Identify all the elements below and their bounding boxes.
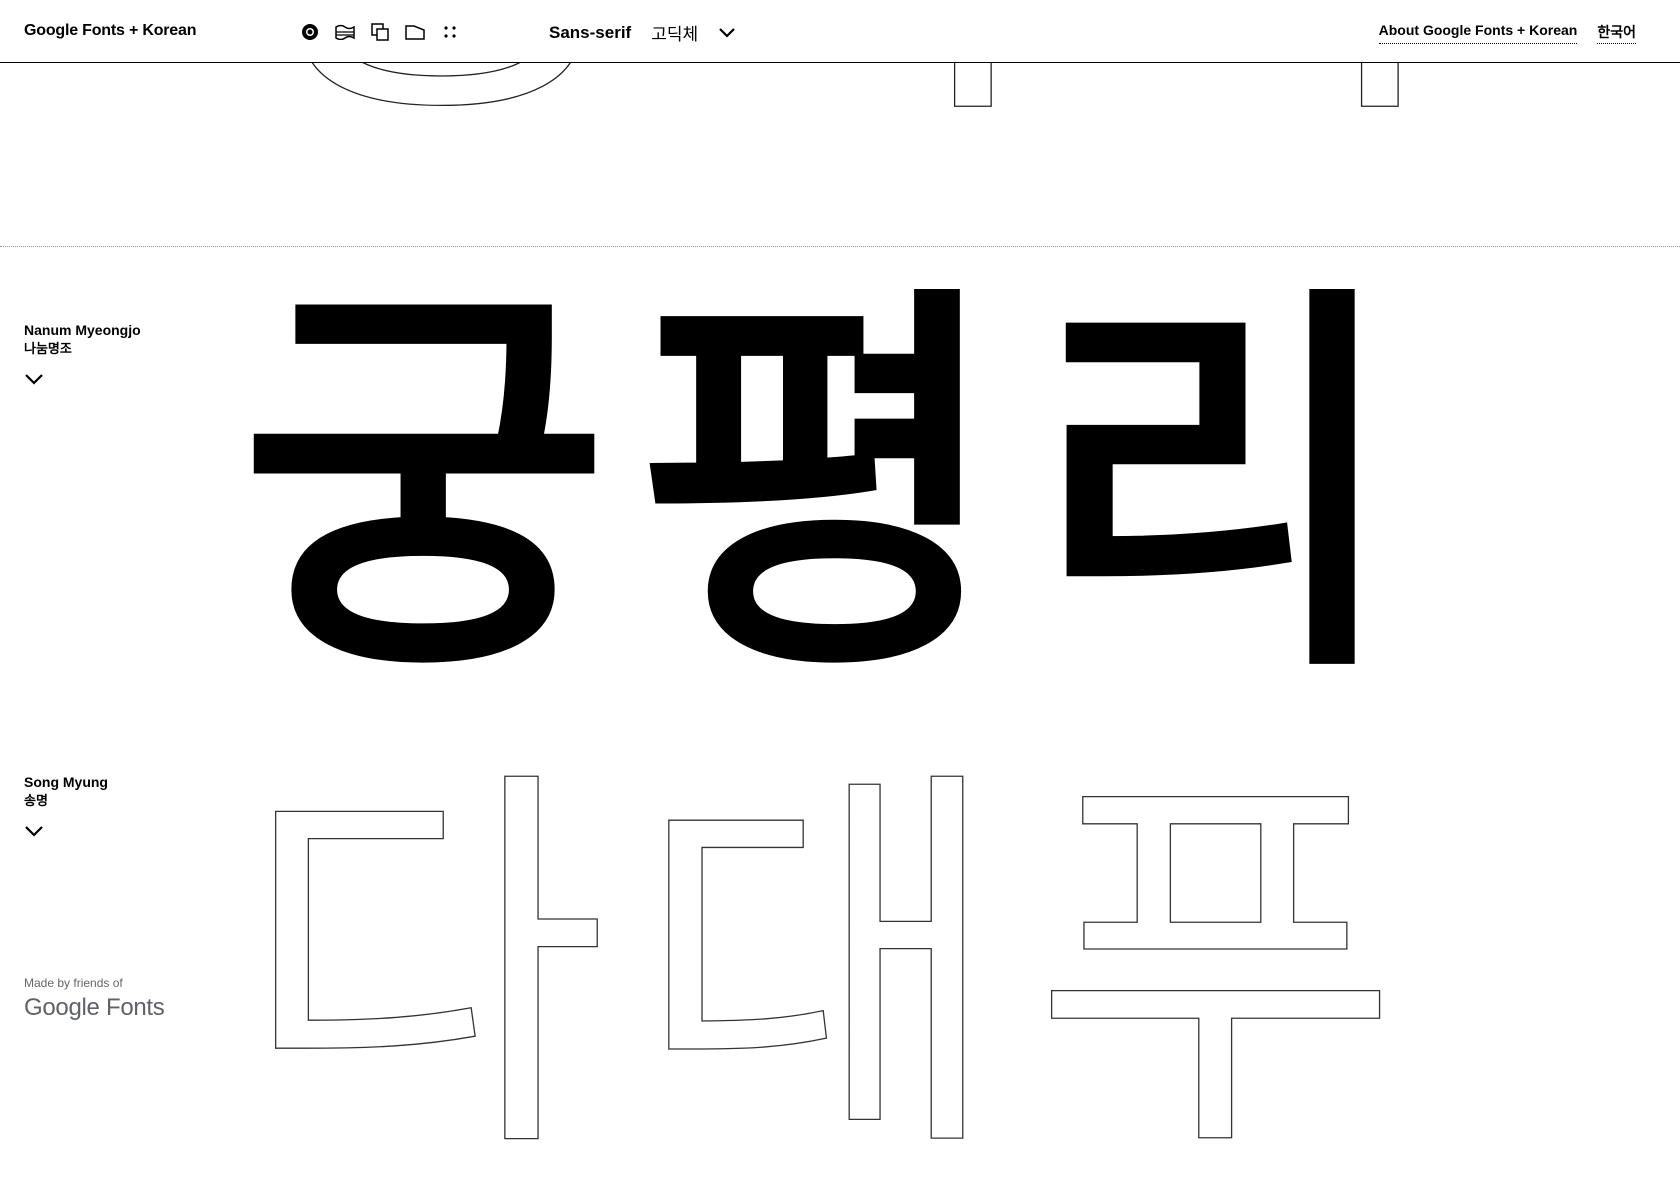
style-label-en: Sans-serif — [549, 22, 632, 42]
top-links: About Google Fonts + Korean 한국어 — [1378, 22, 1636, 44]
font-label-next: Song Myung 송명 — [24, 772, 108, 838]
about-link[interactable]: About Google Fonts + Korean — [1378, 22, 1578, 44]
font-style-selector[interactable]: Sans-serif 고딕체 — [549, 20, 736, 45]
language-toggle-link[interactable]: 한국어 — [1597, 22, 1636, 44]
font-name-ko: 나눔명조 — [24, 342, 72, 357]
specimen-glyph: 궁 — [240, 251, 608, 721]
specimen-glyph: 평 — [636, 251, 1004, 721]
chevron-down-icon[interactable] — [24, 824, 44, 838]
chevron-down-icon[interactable] — [718, 27, 736, 39]
circle-view-icon[interactable] — [298, 20, 321, 43]
specimen-glyph: 리 — [1032, 251, 1400, 721]
credit-text: Made by friends of — [24, 976, 123, 990]
app-title[interactable]: Google Fonts + Korean — [24, 22, 196, 40]
folder-view-icon[interactable] — [403, 20, 426, 43]
chevron-down-icon[interactable] — [24, 372, 44, 386]
footer-credit[interactable]: Made by friends of Google Fonts — [24, 976, 165, 1022]
specimen-glyph: 푸 — [1031, 737, 1400, 1202]
specimen-glyph: 다 — [239, 737, 608, 1202]
google-fonts-logo: Google Fonts — [24, 994, 165, 1021]
top-bar: Google Fonts + Korean Sans-serif 고딕체 Abo… — [0, 0, 1680, 63]
layers-view-icon[interactable] — [368, 20, 391, 43]
font-name-ko: 송명 — [24, 794, 48, 809]
font-name-en: Song Myung — [24, 774, 108, 790]
specimen-glyph: 대 — [635, 737, 1004, 1202]
grid-dots-view-icon[interactable] — [438, 20, 461, 43]
style-label-ko: 고딕체 — [651, 25, 699, 45]
font-label-current: Nanum Myeongjo 나눔명조 — [24, 320, 141, 386]
section-divider — [0, 246, 1680, 247]
current-specimen-glyphs: 궁 평 리 — [240, 286, 1400, 686]
next-specimen-glyphs: 다 대 푸 — [239, 737, 1400, 1202]
font-name-en: Nanum Myeongjo — [24, 322, 141, 338]
wave-flag-view-icon[interactable] — [333, 20, 356, 43]
view-mode-toolbar — [298, 20, 461, 43]
